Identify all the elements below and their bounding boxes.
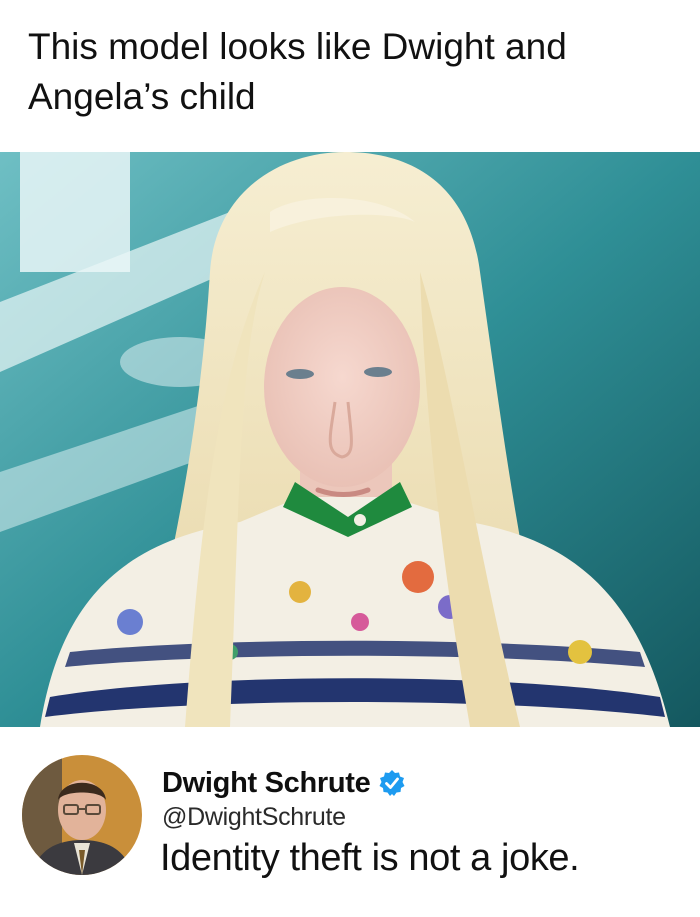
tweet-card: Dwight Schrute @DwightSchrute Identity t…	[0, 727, 700, 917]
user-handle[interactable]: @DwightSchrute	[162, 803, 346, 832]
display-name[interactable]: Dwight Schrute	[162, 767, 371, 800]
tweet-text: Identity theft is not a joke.	[160, 837, 580, 879]
verified-badge-icon	[378, 769, 406, 797]
model-photo	[0, 152, 700, 727]
avatar[interactable]	[22, 755, 142, 875]
tweet-author: Dwight Schrute	[162, 763, 406, 803]
meme-caption: This model looks like Dwight and Angela’…	[28, 26, 567, 117]
